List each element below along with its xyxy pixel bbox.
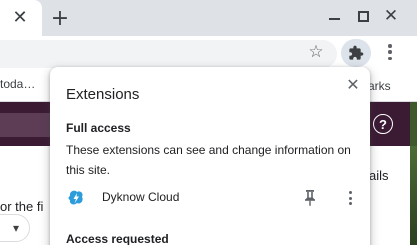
page-text-fragment: or the fi	[0, 199, 44, 214]
help-icon[interactable]: ?	[373, 114, 393, 134]
popup-title: Extensions	[66, 86, 140, 103]
full-access-description: These extensions can see and change info…	[66, 143, 351, 177]
page-text-fragment: ails	[369, 168, 389, 183]
page-side-image	[410, 102, 417, 245]
tab-close-icon[interactable]: ✕	[10, 7, 30, 28]
tab-strip: ✕ + ✕	[0, 0, 417, 36]
pin-icon[interactable]	[303, 189, 317, 207]
extension-row[interactable]: Dyknow Cloud	[66, 187, 358, 209]
minimize-icon[interactable]	[324, 6, 344, 26]
bookmark-item[interactable]: arks	[368, 79, 391, 93]
extension-more-icon[interactable]	[346, 190, 354, 206]
full-access-heading: Full access	[66, 121, 131, 135]
extensions-popup: Extensions ✕ Full access These extension…	[50, 67, 370, 245]
access-requested-heading: Access requested	[66, 232, 169, 245]
bookmark-star-icon[interactable]: ☆	[306, 42, 326, 62]
new-tab-icon[interactable]: +	[48, 6, 72, 31]
page-dropdown[interactable]: ▾	[0, 214, 30, 242]
extensions-puzzle-icon[interactable]	[341, 39, 371, 67]
extension-name: Dyknow Cloud	[102, 190, 180, 204]
bookmark-item[interactable]: toda…	[0, 77, 35, 91]
browser-menu-icon[interactable]	[386, 42, 394, 62]
window-close-icon[interactable]: ✕	[381, 6, 401, 26]
address-bar[interactable]	[0, 40, 337, 68]
close-icon[interactable]: ✕	[344, 75, 362, 94]
maximize-icon[interactable]	[353, 6, 373, 26]
dyknow-cloud-icon	[68, 190, 83, 205]
